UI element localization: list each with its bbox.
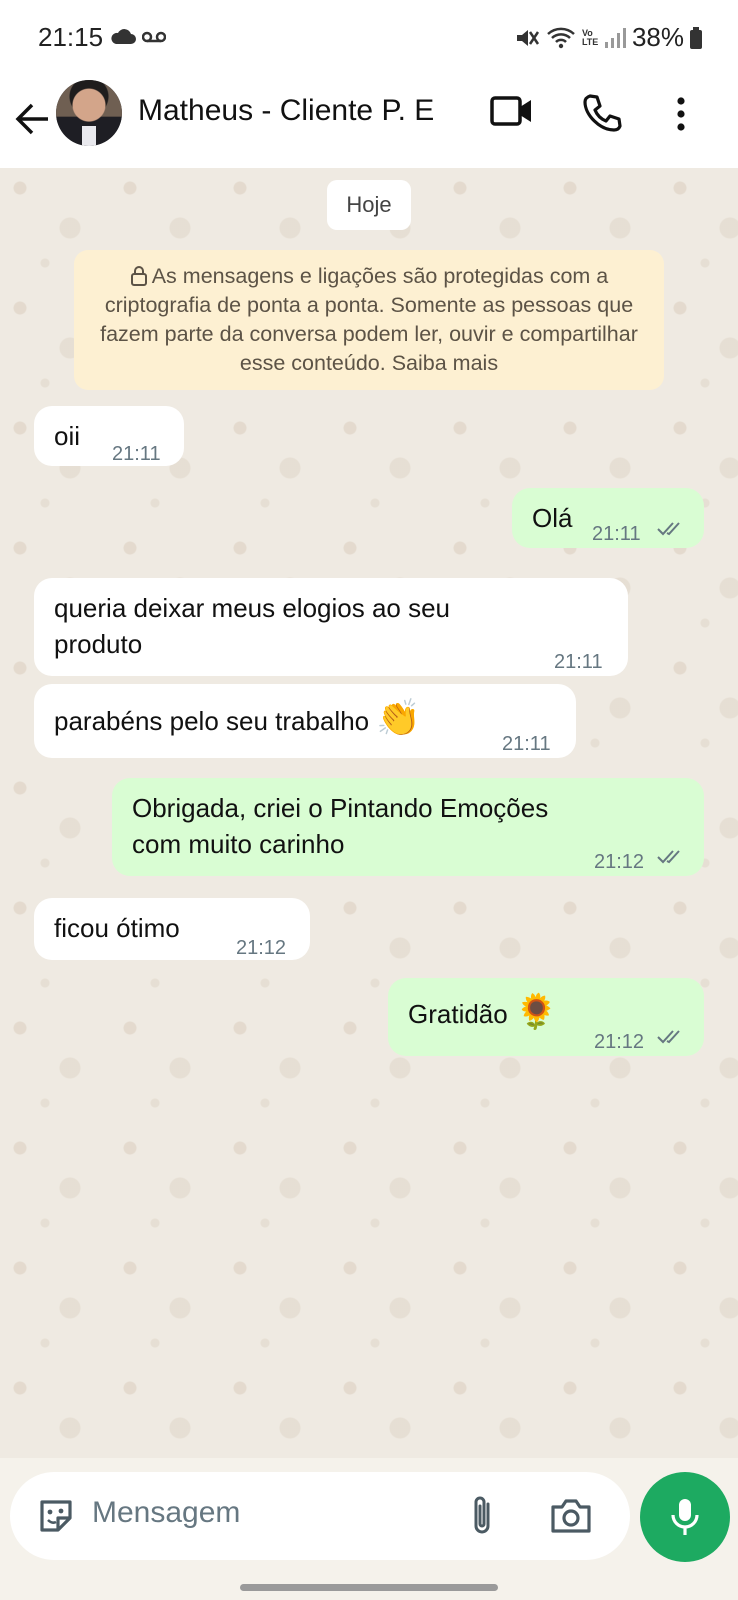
cloud-icon (111, 29, 136, 44)
message-incoming[interactable]: ficou ótimo 21:12 (34, 898, 310, 960)
back-arrow-icon[interactable] (14, 94, 54, 144)
contact-name[interactable]: Matheus - Cliente P. E (138, 94, 434, 128)
message-text-line1: Obrigada, criei o Pintando Emoções (132, 793, 549, 823)
attach-icon[interactable] (468, 1494, 498, 1538)
more-options-icon[interactable] (674, 96, 688, 132)
sunflower-emoji: 🌻 (514, 993, 558, 1031)
message-time: 21:12 (594, 1031, 645, 1053)
mic-icon (671, 1499, 699, 1535)
read-ticks-icon (657, 522, 680, 536)
lock-icon (130, 266, 147, 286)
message-text: Olá (532, 503, 573, 533)
date-chip-label: Hoje (346, 192, 392, 217)
volte-icon: Vo LTE (581, 27, 599, 47)
mic-button[interactable] (640, 1472, 730, 1562)
message-input[interactable]: Mensagem (92, 1496, 240, 1530)
message-text-content: Gratidão (408, 999, 508, 1029)
bottom-strip (0, 1566, 738, 1600)
message-text: ficou ótimo (54, 913, 180, 943)
battery-icon (690, 26, 702, 49)
message-outgoing[interactable]: Obrigada, criei o Pintando Emoções com m… (112, 778, 704, 876)
avatar-shirt (82, 126, 96, 146)
read-ticks-icon (657, 850, 680, 864)
home-indicator[interactable] (240, 1584, 498, 1591)
status-time: 21:15 (38, 22, 104, 52)
message-text-line1: queria deixar meus elogios ao seu (54, 593, 451, 623)
video-call-icon[interactable] (490, 93, 534, 129)
message-composer[interactable]: Mensagem (10, 1472, 630, 1560)
message-incoming[interactable]: queria deixar meus elogios ao seu produt… (34, 578, 628, 676)
message-text-line2: produto (54, 629, 143, 659)
avatar[interactable] (56, 80, 122, 146)
status-bar: 21:15 Vo LTE 38% (0, 0, 738, 72)
message-time: 21:12 (594, 851, 645, 873)
camera-icon[interactable] (550, 1498, 592, 1534)
message-time: 21:11 (554, 651, 603, 673)
message-time: 21:11 (502, 733, 551, 755)
message-text: Gratidão 🌻 (408, 994, 557, 1032)
mute-icon (516, 29, 539, 46)
clapping-hands-emoji: 👏 (376, 697, 422, 738)
message-time: 21:12 (236, 937, 287, 959)
date-chip: Hoje (327, 180, 411, 230)
message-text: parabéns pelo seu trabalho 👏 (54, 700, 421, 739)
message-text-line2: com muito carinho (132, 829, 345, 859)
message-time: 21:11 (592, 523, 641, 545)
signal-icon (604, 27, 626, 48)
read-ticks-icon (657, 1030, 680, 1044)
voicemail-icon (142, 31, 166, 43)
message-incoming[interactable]: oii 21:11 (34, 406, 184, 466)
message-incoming[interactable]: parabéns pelo seu trabalho 👏 21:11 (34, 684, 576, 758)
status-right: Vo LTE 38% (514, 22, 702, 53)
sticker-icon[interactable] (36, 1496, 76, 1536)
message-text-content: parabéns pelo seu trabalho (54, 706, 370, 736)
message-time: 21:11 (112, 443, 161, 465)
voice-call-icon[interactable] (582, 93, 622, 133)
battery-percent: 38% (631, 22, 684, 52)
message-outgoing[interactable]: Gratidão 🌻 21:12 (388, 978, 704, 1056)
message-outgoing[interactable]: Olá 21:11 (512, 488, 704, 548)
message-text: oii (54, 421, 81, 451)
encryption-notice[interactable]: As mensagens e ligações são protegidas c… (74, 250, 664, 390)
wifi-icon (547, 27, 575, 48)
encryption-notice-text: As mensagens e ligações são protegidas c… (100, 264, 638, 375)
